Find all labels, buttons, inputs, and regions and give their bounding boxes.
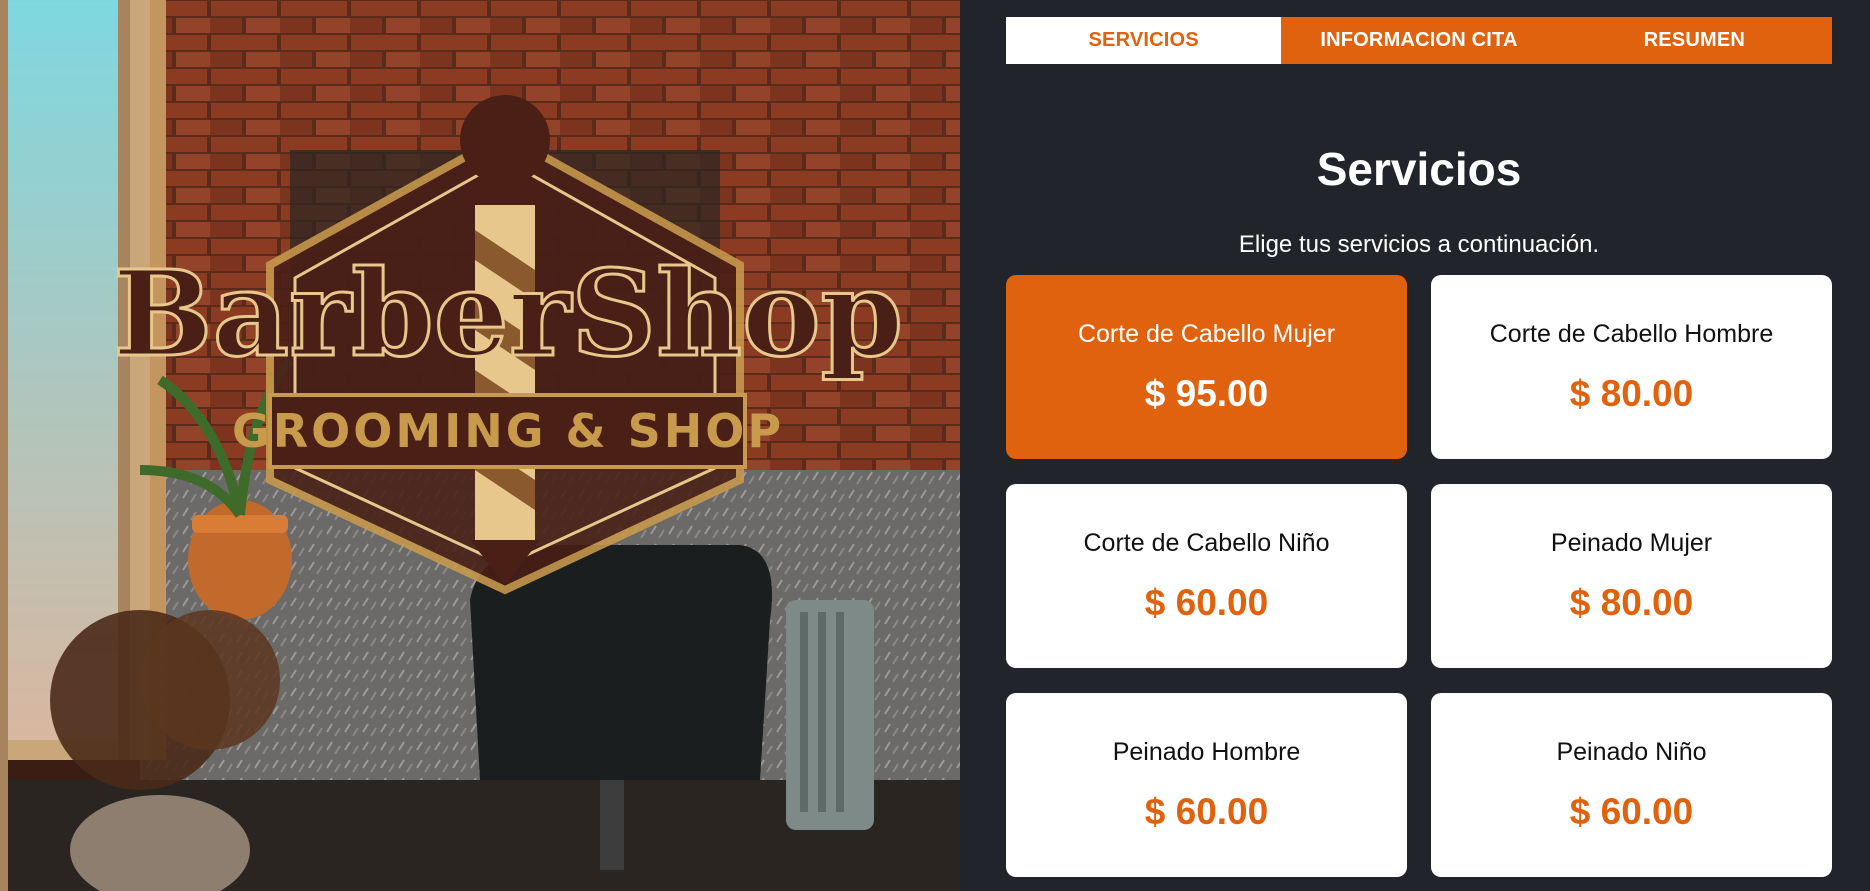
section-subtitle: Elige tus servicios a continuación. (1238, 231, 1600, 258)
service-card[interactable]: Corte de Cabello Niño $ 60.00 (1006, 484, 1407, 668)
service-name: Peinado Mujer (1550, 528, 1713, 557)
hero-image: BarberShop GROOMING & SHOP (0, 0, 960, 891)
service-card[interactable]: Corte de Cabello Hombre $ 80.00 (1431, 275, 1832, 459)
service-name: Corte de Cabello Hombre (1489, 319, 1774, 348)
service-name: Corte de Cabello Niño (1083, 528, 1330, 557)
service-name: Peinado Niño (1556, 737, 1707, 766)
tab-servicios[interactable]: SERVICIOS (1006, 17, 1282, 64)
barbershop-photo: BarberShop GROOMING & SHOP (0, 0, 960, 891)
section-title: Servicios (1316, 143, 1522, 195)
booking-panel: SERVICIOS INFORMACION CITA RESUMEN Servi… (1006, 17, 1832, 891)
service-price: $ 60.00 (1144, 790, 1269, 832)
service-card[interactable]: Peinado Hombre $ 60.00 (1006, 693, 1407, 877)
service-card[interactable]: Peinado Mujer $ 80.00 (1431, 484, 1832, 668)
service-card[interactable]: Corte de Cabello Mujer $ 95.00 (1006, 275, 1407, 459)
service-name: Peinado Hombre (1112, 737, 1301, 766)
step-tabs: SERVICIOS INFORMACION CITA RESUMEN (1006, 17, 1832, 64)
tab-resumen[interactable]: RESUMEN (1557, 17, 1832, 64)
service-price: $ 80.00 (1569, 581, 1694, 623)
tab-informacion-cita[interactable]: INFORMACION CITA (1281, 17, 1556, 64)
service-card[interactable]: Peinado Niño $ 60.00 (1431, 693, 1832, 877)
service-price: $ 95.00 (1144, 372, 1269, 414)
service-name: Corte de Cabello Mujer (1077, 319, 1336, 348)
logo-wordmark: BarberShop (113, 244, 903, 383)
service-price: $ 60.00 (1569, 790, 1694, 832)
service-price: $ 80.00 (1569, 372, 1694, 414)
services-grid: Corte de Cabello Mujer $ 95.00 Corte de … (1006, 275, 1832, 877)
service-price: $ 60.00 (1144, 581, 1269, 623)
logo-banner-text: GROOMING & SHOP (232, 404, 784, 458)
